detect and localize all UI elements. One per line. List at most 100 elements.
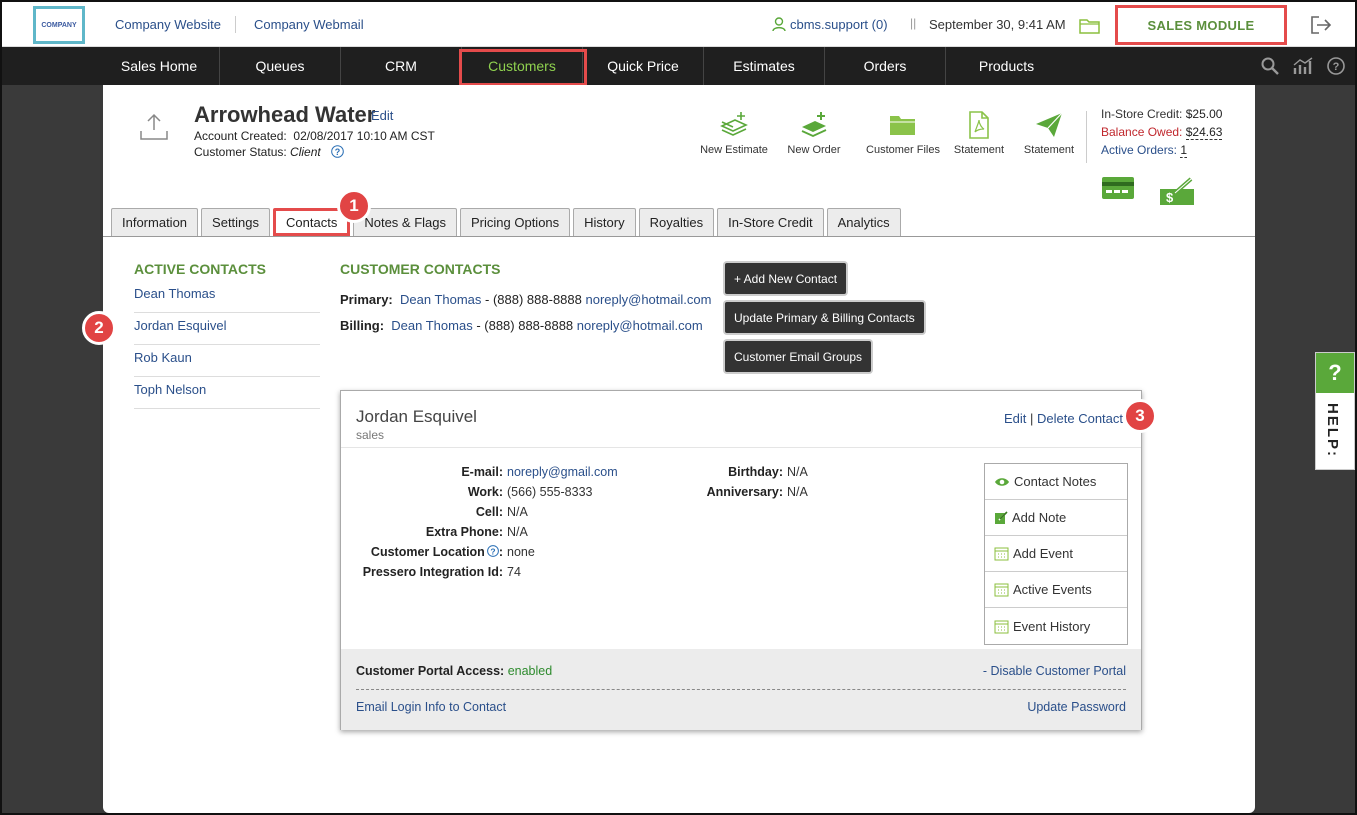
customer-edit-link[interactable]: Edit [371, 108, 393, 123]
nav-crm[interactable]: CRM [341, 47, 462, 85]
tab-settings[interactable]: Settings [201, 208, 271, 236]
add-new-contact-button[interactable]: + Add New Contact [725, 263, 847, 294]
customer-status-label: Customer Status: [194, 145, 287, 159]
primary-contact: Primary: Dean Thomas - (888) 888-8888 no… [340, 292, 711, 307]
sales-module-label: SALES MODULE [1147, 17, 1255, 33]
sales-module-button[interactable]: SALES MODULE [1115, 5, 1287, 45]
svg-text:?: ? [335, 147, 341, 157]
detail-birthday-row: Birthday: N/A [641, 462, 808, 482]
billing-email-link[interactable]: noreply@hotmail.com [577, 318, 703, 333]
contact-card-title: sales [356, 428, 385, 442]
help-label: HELP: [1324, 403, 1341, 458]
balance-owed-value[interactable]: $24.63 [1185, 125, 1223, 140]
main-nav: Sales Home Queues CRM Customers Quick Pr… [2, 47, 1355, 86]
nav-products[interactable]: Products [946, 47, 1067, 85]
app-window: COMPANY Company Website Company Webmail … [0, 0, 1357, 815]
active-events-item[interactable]: Active Events [985, 572, 1127, 608]
email-login-link[interactable]: Email Login Info to Contact [356, 700, 506, 714]
eye-icon [995, 477, 1009, 486]
pdf-icon [969, 111, 989, 139]
instore-credit: In-Store Credit: $25.00 [1101, 105, 1222, 123]
new-order-label: New Order [787, 144, 841, 156]
upload-icon[interactable] [139, 113, 169, 141]
contact-toph-nelson[interactable]: Toph Nelson [134, 377, 320, 409]
primary-email-link[interactable]: noreply@hotmail.com [585, 292, 711, 307]
update-password-link[interactable]: Update Password [1027, 700, 1126, 714]
customer-meta: Account Created: 02/08/2017 10:10 AM CST… [194, 128, 435, 160]
detail-label: Anniversary: [706, 485, 783, 499]
new-estimate-icon [720, 112, 748, 136]
detail-anniversary-row: Anniversary: N/A [641, 482, 808, 502]
customer-email-groups-button[interactable]: Customer Email Groups [725, 341, 872, 372]
customer-files-button[interactable]: Customer Files [858, 110, 948, 156]
customers-highlight [459, 49, 587, 86]
edit-contact-link[interactable]: Edit [1004, 411, 1026, 426]
svg-text:$: $ [1166, 190, 1174, 205]
new-estimate-label: New Estimate [700, 144, 768, 156]
analytics-icon[interactable] [1293, 57, 1313, 75]
svg-text:?: ? [1333, 61, 1340, 73]
tab-information[interactable]: Information [111, 208, 199, 236]
customer-name: Arrowhead Water [194, 102, 376, 127]
tab-instore-credit[interactable]: In-Store Credit [717, 208, 824, 236]
new-order-icon [801, 112, 827, 137]
active-contacts-title: ACTIVE CONTACTS [134, 261, 266, 277]
detail-extra-phone-row: Extra Phone: N/A [341, 522, 618, 542]
add-note-item[interactable]: Add Note [985, 500, 1127, 536]
question-icon[interactable]: ? [330, 145, 344, 158]
user-icon [772, 17, 786, 32]
search-icon[interactable] [1261, 57, 1279, 75]
customer-status-value: Client [290, 145, 321, 159]
add-event-item[interactable]: Add Event [985, 536, 1127, 572]
statement-send-button[interactable]: Statement [1009, 110, 1089, 156]
question-icon[interactable]: ? [486, 545, 499, 557]
folder-icon[interactable] [1079, 17, 1101, 34]
contact-jordan-esquivel[interactable]: Jordan Esquivel [134, 313, 320, 345]
contact-dean-thomas[interactable]: Dean Thomas [134, 281, 320, 313]
company-webmail-link[interactable]: Company Webmail [254, 17, 364, 32]
statement-pdf-button[interactable]: Statement [939, 110, 1019, 156]
tab-history[interactable]: History [573, 208, 636, 236]
credit-card-icon[interactable] [1101, 175, 1135, 201]
help-tab[interactable]: ? HELP: [1315, 352, 1355, 470]
nav-quick-price[interactable]: Quick Price [583, 47, 704, 85]
menu-label: Add Note [1012, 510, 1067, 525]
detail-email-link[interactable]: noreply@gmail.com [503, 462, 618, 482]
new-estimate-button[interactable]: New Estimate [694, 110, 774, 156]
contact-rob-kaun[interactable]: Rob Kaun [134, 345, 320, 377]
help-circle-icon[interactable]: ? [1327, 57, 1345, 75]
company-logo[interactable]: COMPANY [33, 6, 85, 44]
active-orders-value[interactable]: 1 [1180, 143, 1188, 158]
primary-label: Primary: [340, 292, 393, 307]
primary-name-link[interactable]: Dean Thomas [400, 292, 481, 307]
tab-pricing-options[interactable]: Pricing Options [460, 208, 571, 236]
contact-notes-item[interactable]: Contact Notes [985, 464, 1127, 500]
detail-value: N/A [787, 465, 808, 479]
callout-badge-1: 1 [337, 189, 371, 223]
nav-estimates[interactable]: Estimates [704, 47, 825, 85]
nav-sales-home[interactable]: Sales Home [99, 47, 220, 85]
company-website-link[interactable]: Company Website [115, 17, 221, 32]
logout-icon[interactable] [1310, 15, 1332, 35]
tab-analytics[interactable]: Analytics [826, 208, 901, 236]
detail-value: N/A [787, 485, 808, 499]
tab-royalties[interactable]: Royalties [638, 208, 715, 236]
billing-name-link[interactable]: Dean Thomas [391, 318, 472, 333]
detail-label: Cell: [475, 505, 503, 519]
update-primary-billing-button[interactable]: Update Primary & Billing Contacts [725, 302, 924, 333]
nav-queues[interactable]: Queues [220, 47, 341, 85]
payment-icon[interactable]: $ [1157, 175, 1197, 207]
disable-portal-link[interactable]: - Disable Customer Portal [983, 664, 1126, 678]
user-menu[interactable]: cbms.support (0) [772, 17, 888, 32]
nav-orders[interactable]: Orders [825, 47, 946, 85]
statement-pdf-label: Statement [953, 144, 1005, 156]
active-contacts-list: Dean Thomas Jordan Esquivel Rob Kaun Top… [134, 281, 320, 409]
menu-label: Contact Notes [1014, 474, 1097, 489]
calendar-icon [994, 583, 1009, 597]
delete-contact-link[interactable]: Delete Contact [1037, 411, 1123, 426]
event-history-item[interactable]: Event History [985, 608, 1127, 644]
new-order-button[interactable]: New Order [774, 110, 854, 156]
nav-tools: ? [1261, 57, 1345, 75]
detail-label: Pressero Integration Id: [362, 565, 503, 579]
svg-text:?: ? [490, 546, 495, 556]
